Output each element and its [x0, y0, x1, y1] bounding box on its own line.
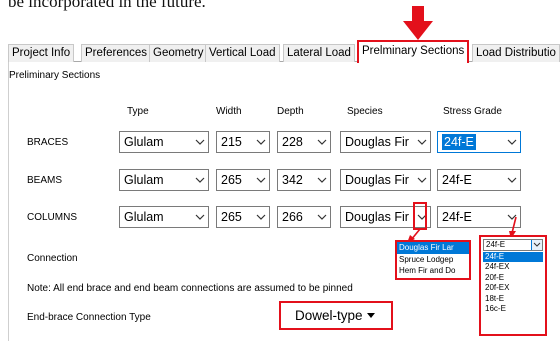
row-label-columns: COLUMNS: [27, 212, 78, 223]
connection-label: Connection: [27, 253, 78, 264]
column-header-depth: Depth: [277, 106, 304, 117]
end-brace-connection-value: Dowel-type: [295, 308, 363, 323]
beams-species-value: Douglas Fir: [345, 173, 409, 187]
column-header-width: Width: [216, 106, 242, 117]
grade-option[interactable]: 16c-E: [483, 304, 543, 314]
braces-species-value: Douglas Fir: [345, 135, 409, 149]
row-label-braces: BRACES: [27, 137, 69, 148]
chevron-down-icon: [195, 177, 205, 183]
tab-preferences[interactable]: Preferences: [81, 44, 152, 62]
stress-grade-dropdown[interactable]: 24f-E 24f-E 24f-EX 20f-E 20f-EX 18t-E 16…: [479, 235, 547, 336]
columns-stress-grade-value: 24f-E: [442, 210, 472, 224]
chevron-down-icon: [256, 177, 266, 183]
columns-width-select[interactable]: 265: [216, 206, 270, 228]
tab-preliminary-sections[interactable]: Prelminary Sections: [357, 40, 470, 63]
braces-depth-select[interactable]: 228: [277, 131, 331, 153]
braces-width-value: 215: [221, 135, 242, 149]
tab-vertical-load[interactable]: Vertical Load: [205, 44, 280, 62]
chevron-down-icon: [417, 177, 427, 183]
beams-width-value: 265: [221, 173, 242, 187]
braces-depth-value: 228: [282, 135, 303, 149]
braces-stress-grade-select[interactable]: 24f-E: [437, 131, 521, 153]
beams-width-select[interactable]: 265: [216, 169, 270, 191]
tab-bar: Project Info Preferences Geometry Vertic…: [8, 40, 560, 63]
beams-depth-select[interactable]: 342: [277, 169, 331, 191]
braces-width-select[interactable]: 215: [216, 131, 270, 153]
chevron-down-icon: [533, 242, 541, 247]
chevron-down-icon: [195, 139, 205, 145]
chevron-down-icon: [317, 177, 327, 183]
stress-grade-options: 24f-E 24f-EX 20f-E 20f-EX 18t-E 16c-E: [483, 252, 543, 314]
columns-depth-value: 266: [282, 210, 303, 224]
red-arrow-annotation: [403, 6, 433, 40]
braces-species-select[interactable]: Douglas Fir: [340, 131, 431, 153]
species-option[interactable]: Hem Fir and Do: [397, 265, 469, 277]
species-dropdown-list[interactable]: Douglas Fir Lar Spruce Lodgep Hem Fir an…: [395, 240, 471, 280]
beams-species-select[interactable]: Douglas Fir: [340, 169, 431, 191]
columns-depth-select[interactable]: 266: [277, 206, 331, 228]
beams-type-select[interactable]: Glulam: [119, 169, 209, 191]
end-brace-connection-label: End-brace Connection Type: [27, 312, 151, 323]
column-header-stress-grade: Stress Grade: [443, 106, 502, 117]
chevron-down-icon: [507, 139, 517, 145]
column-header-species: Species: [347, 106, 383, 117]
end-brace-connection-select[interactable]: Dowel-type: [279, 301, 393, 330]
species-option[interactable]: Spruce Lodgep: [397, 254, 469, 266]
beams-stress-grade-select[interactable]: 24f-E: [437, 169, 521, 191]
beams-type-value: Glulam: [124, 173, 164, 187]
grade-option[interactable]: 20f-EX: [483, 283, 543, 293]
dropdown-toggle-button[interactable]: [531, 240, 542, 250]
preliminary-sections-panel: Preliminary Sections Type Width Depth Sp…: [8, 62, 560, 341]
stress-grade-dropdown-current[interactable]: 24f-E: [483, 239, 543, 251]
chevron-down-icon: [317, 214, 327, 220]
chevron-down-icon: [507, 177, 517, 183]
tab-lateral-load[interactable]: Lateral Load: [283, 44, 355, 62]
grade-option[interactable]: 24f-EX: [483, 262, 543, 272]
connection-note: Note: All end brace and end beam connect…: [27, 283, 353, 294]
beams-depth-value: 342: [282, 173, 303, 187]
tab-load-distribution[interactable]: Load Distributio: [472, 44, 560, 62]
columns-width-value: 265: [221, 210, 242, 224]
columns-species-value: Douglas Fir: [345, 210, 409, 224]
chevron-down-icon: [317, 139, 327, 145]
chevron-down-icon: [195, 214, 205, 220]
braces-type-value: Glulam: [124, 135, 164, 149]
grade-option[interactable]: 24f-E: [483, 252, 543, 263]
chevron-down-icon: [256, 139, 266, 145]
document-text: be incorporated in the future.: [8, 0, 206, 11]
tab-geometry[interactable]: Geometry: [149, 44, 208, 62]
row-label-beams: BEAMS: [27, 175, 63, 186]
grade-option[interactable]: 18t-E: [483, 294, 543, 304]
beams-stress-grade-value: 24f-E: [442, 173, 472, 187]
dropdown-triangle-icon: [367, 313, 375, 318]
braces-type-select[interactable]: Glulam: [119, 131, 209, 153]
grade-option[interactable]: 20f-E: [483, 273, 543, 283]
tab-project-info[interactable]: Project Info: [8, 44, 75, 62]
columns-type-select[interactable]: Glulam: [119, 206, 209, 228]
column-header-type: Type: [127, 106, 149, 117]
species-arrow-highlight: [413, 202, 427, 230]
species-option[interactable]: Douglas Fir Lar: [397, 242, 469, 254]
chevron-down-icon: [256, 214, 266, 220]
columns-type-value: Glulam: [124, 210, 164, 224]
stress-grade-current-value: 24f-E: [486, 240, 506, 249]
braces-stress-grade-value: 24f-E: [442, 134, 476, 150]
chevron-down-icon: [417, 139, 427, 145]
section-title: Preliminary Sections: [9, 70, 101, 81]
